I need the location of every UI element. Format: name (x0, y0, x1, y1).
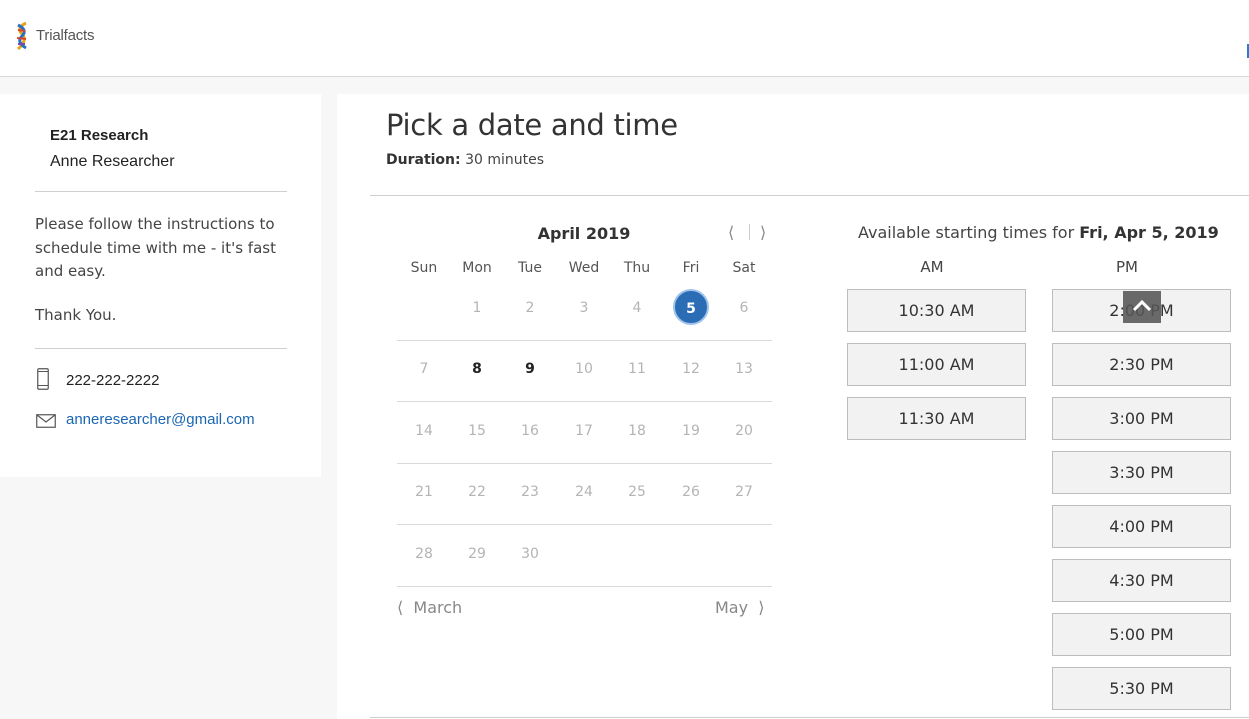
next-month-link[interactable]: May ⟩ (715, 598, 765, 617)
am-column-header: AM (920, 258, 944, 276)
divider (370, 195, 1249, 196)
phone-number: 222-222-2222 (66, 372, 160, 389)
calendar-day: 24 (575, 484, 593, 500)
calendar-day: 27 (735, 484, 753, 500)
calendar-row-divider (397, 340, 772, 341)
duration-value: 30 minutes (460, 152, 545, 168)
brand-name: Trialfacts (36, 27, 95, 44)
researcher-name: Anne Researcher (50, 153, 175, 170)
pm-time-slot-button[interactable]: 3:00 PM (1052, 397, 1231, 440)
thanks-text: Thank You. (35, 306, 117, 324)
scroll-top-button[interactable] (1123, 291, 1161, 323)
pm-time-slot-button[interactable]: 5:30 PM (1052, 667, 1231, 710)
calendar-month-label: April 2019 (537, 224, 631, 243)
calendar-day: 26 (682, 484, 700, 500)
prev-month-label: March (413, 598, 463, 617)
am-time-slot-button[interactable]: 11:00 AM (847, 343, 1026, 386)
next-month-label: May (715, 598, 749, 617)
envelope-icon (36, 414, 56, 428)
weekday-header: Wed (568, 260, 600, 276)
calendar-day: 3 (579, 300, 589, 316)
calendar-day-selected[interactable]: 5 (673, 289, 709, 325)
divider (35, 348, 287, 349)
phone-icon (37, 368, 49, 390)
calendar-day: 16 (521, 423, 539, 439)
calendar-day: 30 (521, 546, 539, 562)
divider (749, 224, 750, 240)
calendar-day: 10 (575, 361, 593, 377)
calendar-day: 14 (415, 423, 433, 439)
calendar-day: 1 (472, 300, 482, 316)
calendar-day: 22 (468, 484, 486, 500)
weekday-header: Sat (732, 260, 756, 276)
instructions-text: Please follow the instructions to schedu… (35, 215, 276, 280)
pm-time-slot-button[interactable]: 2:30 PM (1052, 343, 1231, 386)
calendar-day: 13 (735, 361, 753, 377)
calendar-row-divider (397, 586, 772, 587)
weekday-header: Mon (462, 260, 492, 276)
top-bar: Trialfacts (0, 0, 1249, 77)
chevron-up-icon (1132, 299, 1152, 312)
calendar-day: 4 (632, 300, 642, 316)
available-times-heading: Available starting times for Fri, Apr 5,… (858, 223, 1219, 242)
chevron-left-icon[interactable]: ⟨ (728, 223, 734, 242)
calendar-day: 28 (415, 546, 433, 562)
calendar-day: 6 (739, 300, 749, 316)
duration-info: Duration: 30 minutes (386, 152, 544, 168)
chevron-right-icon[interactable]: ⟩ (760, 223, 766, 242)
email-link[interactable]: anneresearcher@gmail.com (66, 411, 255, 428)
calendar-day: 2 (525, 300, 535, 316)
calendar-day: 19 (682, 423, 700, 439)
calendar-day: 11 (628, 361, 646, 377)
calendar-day: 23 (521, 484, 539, 500)
selected-date-label: Fri, Apr 5, 2019 (1079, 223, 1219, 242)
organization-name: E21 Research (50, 127, 149, 144)
calendar-row-divider (397, 463, 772, 464)
dna-helix-logo (16, 22, 27, 50)
pm-time-slot-button[interactable]: 4:30 PM (1052, 559, 1231, 602)
calendar-day: 21 (415, 484, 433, 500)
am-time-slot-button[interactable]: 11:30 AM (847, 397, 1026, 440)
available-times-prefix: Available starting times for (858, 223, 1080, 242)
weekday-header: Sun (410, 260, 438, 276)
calendar-day-available[interactable]: 8 (457, 361, 497, 377)
calendar-day: 7 (419, 361, 429, 377)
divider (35, 191, 287, 192)
weekday-header: Fri (682, 260, 700, 276)
calendar-day: 29 (468, 546, 486, 562)
weekday-header: Tue (518, 260, 542, 276)
am-time-slot-button[interactable]: 10:30 AM (847, 289, 1026, 332)
pm-time-slot-button[interactable]: 4:00 PM (1052, 505, 1231, 548)
page-title: Pick a date and time (386, 108, 678, 142)
calendar-row-divider (397, 524, 772, 525)
divider (370, 717, 1249, 718)
calendar-day: 25 (628, 484, 646, 500)
pm-time-slot-button[interactable]: 5:00 PM (1052, 613, 1231, 656)
weekday-header: Thu (623, 260, 651, 276)
calendar-day: 15 (468, 423, 486, 439)
pm-column-header: PM (1116, 258, 1138, 276)
calendar-day: 12 (682, 361, 700, 377)
calendar-row-divider (397, 401, 772, 402)
calendar-day: 17 (575, 423, 593, 439)
duration-label: Duration: (386, 152, 461, 168)
calendar-day-available[interactable]: 9 (510, 361, 550, 377)
pm-time-slot-button[interactable]: 3:30 PM (1052, 451, 1231, 494)
calendar-day: 20 (735, 423, 753, 439)
prev-month-link[interactable]: ⟨ March (397, 598, 462, 617)
calendar-day: 18 (628, 423, 646, 439)
